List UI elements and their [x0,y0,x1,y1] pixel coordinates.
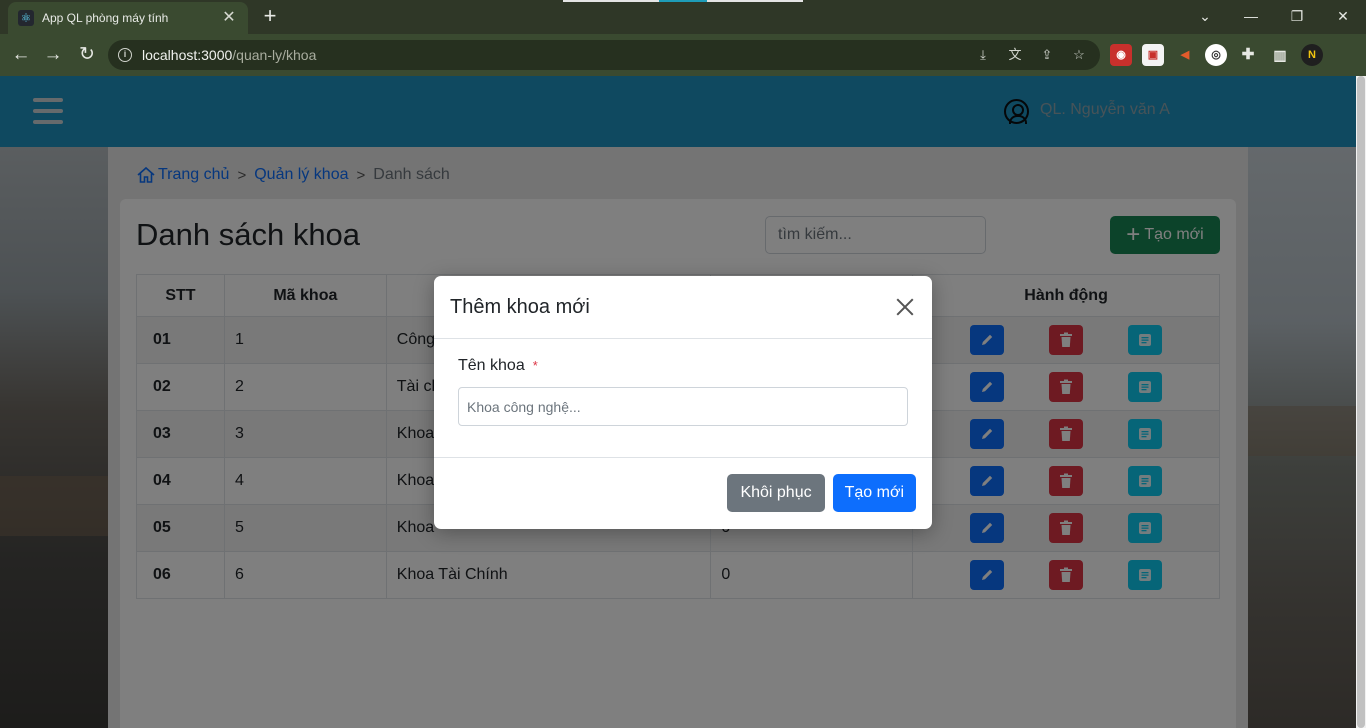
extension-1-icon[interactable]: ◉ [1110,44,1132,66]
sidebar-icon[interactable]: ▥ [1269,44,1291,66]
ten-khoa-input[interactable] [458,387,908,426]
window-close-icon[interactable]: ✕ [1320,4,1366,28]
url-path: /quan-ly/khoa [232,47,317,63]
tab-search-icon[interactable]: ⌄ [1182,4,1228,28]
restore-icon[interactable]: ❐ [1274,4,1320,28]
puzzle-icon[interactable]: ✚ [1237,44,1259,66]
extension-3-icon[interactable]: ◀ [1174,44,1196,66]
modal-title: Thêm khoa mới [450,295,590,318]
reload-icon[interactable]: ↻ [74,42,100,68]
install-icon[interactable]: ⤓ [974,47,992,63]
close-tab-icon[interactable]: ✕ [220,10,238,26]
info-icon[interactable]: i [118,48,132,62]
modal-footer: Khôi phục Tạo mới [434,458,932,528]
browser-tab[interactable]: ⚛ App QL phòng máy tính ✕ [8,2,248,34]
scrollbar[interactable] [1356,76,1366,728]
browser-toolbar: ← → ↻ i localhost:3000/quan-ly/khoa ⤓ 文 … [0,34,1366,76]
required-mark: * [532,358,538,373]
extension-4-icon[interactable]: ◎ [1205,44,1227,66]
ten-khoa-label: Tên khoa [458,357,525,374]
share-icon[interactable]: ⇪ [1038,47,1056,63]
browser-tabstrip: ⚛ App QL phòng máy tính ✕ + ⌄ — ❐ ✕ [0,0,1366,34]
forward-icon[interactable]: → [40,42,66,68]
bookmark-star-icon[interactable]: ☆ [1070,47,1088,63]
reset-button[interactable]: Khôi phục [727,474,825,512]
react-icon: ⚛ [18,10,34,26]
new-tab-button[interactable]: + [258,4,282,28]
extension-2-icon[interactable]: ▣ [1142,44,1164,66]
profile-avatar[interactable]: N [1301,44,1323,66]
top-strip-accent [659,0,707,2]
modal-body: Tên khoa * [434,339,932,458]
translate-icon[interactable]: 文 [1006,47,1024,63]
close-icon[interactable] [894,296,916,318]
url-host: localhost:3000 [142,47,233,63]
create-khoa-modal: Thêm khoa mới Tên khoa * Khôi phục Tạo mớ… [434,276,932,529]
back-icon[interactable]: ← [8,42,34,68]
modal-header: Thêm khoa mới [434,276,932,339]
tab-title: App QL phòng máy tính [42,11,169,25]
scrollbar-thumb[interactable] [1357,76,1365,728]
submit-button[interactable]: Tạo mới [832,474,916,512]
address-bar[interactable]: i localhost:3000/quan-ly/khoa ⤓ 文 ⇪ ☆ [108,40,1100,70]
minimize-icon[interactable]: — [1228,4,1274,28]
